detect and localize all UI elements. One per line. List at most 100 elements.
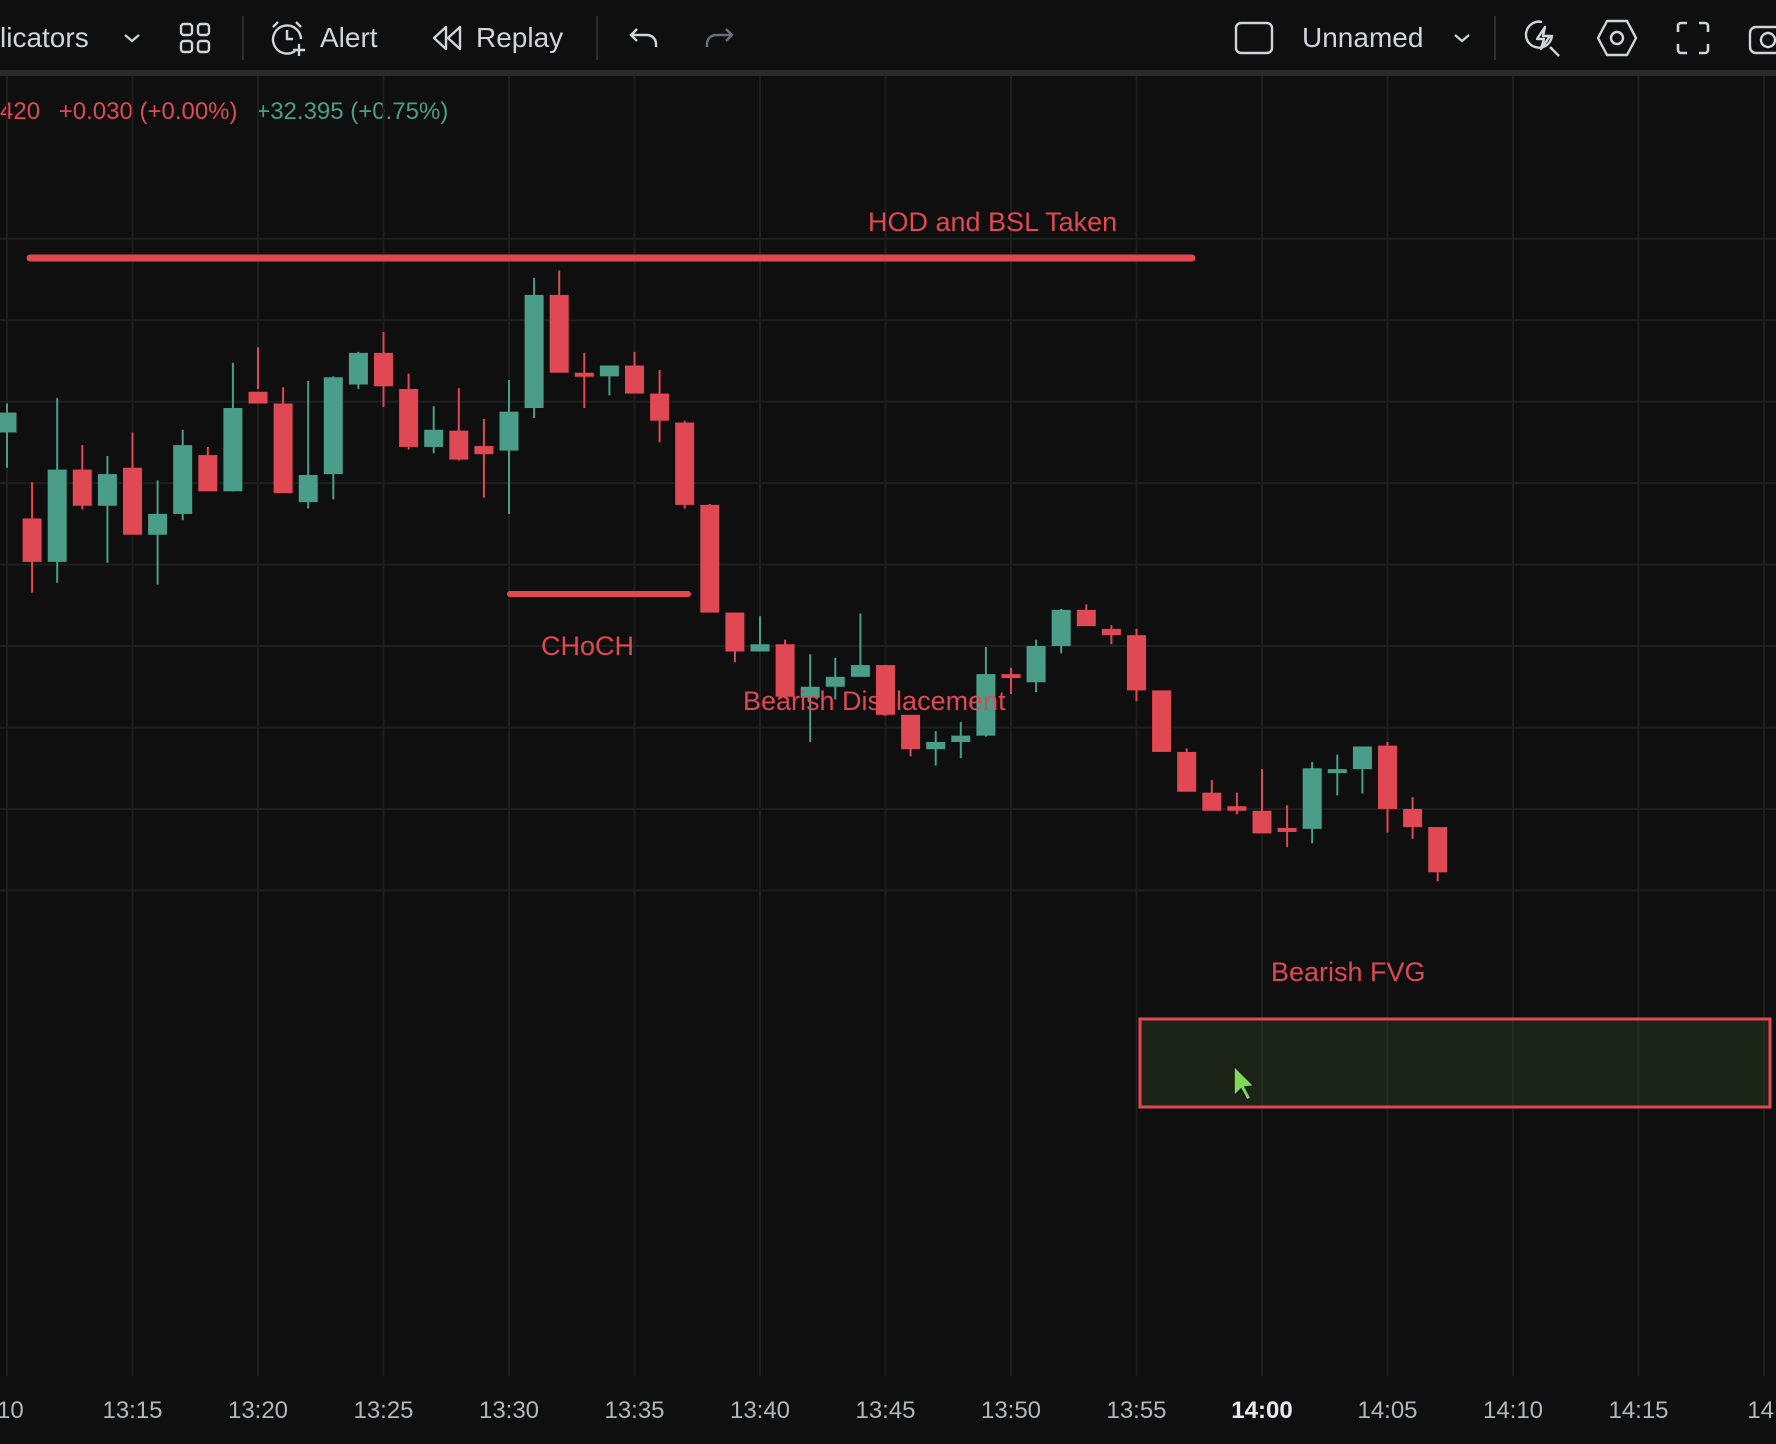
candle-bearish [901,714,921,757]
candle-bullish [499,379,519,514]
time-tick-label: 13:40 [730,1397,790,1424]
time-tick-label: 13:30 [479,1397,539,1424]
time-axis[interactable]: :10 13:15 13:20 13:25 13:30 13:35 13:40 13:45 13… [0,1376,1776,1444]
templates-grid-icon[interactable] [178,0,212,76]
indicators-label: licators [0,22,89,53]
candle-body [374,352,393,387]
candle-bullish [298,380,318,509]
candle-body [1378,745,1397,809]
candle-body [1227,806,1247,811]
candle-body [148,513,168,535]
candle-body [650,393,670,421]
time-tick-label: 13:35 [604,1397,664,1424]
candle-body [1076,609,1096,627]
candle-body [1001,674,1021,679]
fullscreen-icon[interactable] [1675,0,1711,76]
candle-bearish [1152,690,1172,752]
replay-label: Replay [476,22,564,53]
candle-body [1101,628,1121,636]
candle-bullish [47,398,67,583]
candle-bullish [524,277,544,418]
candle-bearish [72,445,92,510]
candle-body [499,411,519,451]
candle-bearish [248,347,268,404]
indicators-dropdown-icon[interactable] [122,0,142,76]
candle-body [1177,751,1197,792]
replay-button[interactable]: Replay [430,0,563,76]
candle-bearish [198,446,218,492]
candle-body [123,467,142,535]
layout-name-label: Unnamed [1302,22,1424,53]
candle-body [223,408,243,492]
candle-body [298,475,318,503]
layout-dropdown-icon[interactable] [1452,0,1472,76]
candle-body [675,422,695,505]
candle-bearish [1252,769,1272,834]
candle-bullish [926,731,946,766]
candle-bearish [273,387,293,494]
candle-body [725,612,745,652]
candle-body [449,430,469,460]
candle-bullish [750,616,770,652]
alert-label: Alert [320,22,378,53]
candle-body [474,446,494,455]
candle-bearish [1127,628,1146,702]
time-tick-label: 13:45 [855,1397,915,1424]
chart-drawings: HOD and BSL Taken CHoCH Bearish Displaceme… [26,207,1426,1101]
replay-rewind-icon [430,23,464,53]
alert-button[interactable]: Alert [268,0,378,76]
candle-body [1352,746,1372,770]
toolbar-divider [1494,16,1496,60]
time-tick-label: 14:05 [1357,1397,1417,1424]
candle-body [951,735,971,742]
candle-body [97,474,117,506]
candle-body [1403,808,1423,828]
candle-bearish [650,370,670,443]
camera-icon[interactable] [1748,0,1776,76]
candle-bullish [348,351,368,390]
candle-body [173,445,193,514]
candle-body [0,412,17,433]
time-tick-label: 14:15 [1608,1397,1668,1424]
candle-body [625,365,644,394]
displacement-annotation: Bearish Displacement [743,686,1006,716]
candle-bearish [1202,779,1222,811]
price-chart[interactable]: HOD and BSL Taken CHoCH Bearish Displaceme… [0,76,1776,1376]
candle-body [1277,827,1297,832]
indicators-button[interactable]: licators [0,0,89,76]
candle-body [1327,769,1347,774]
top-toolbar: licators Alert Replay Unnamed [0,0,1776,76]
candle-bullish [148,480,168,585]
settings-hexagon-icon[interactable] [1596,0,1638,76]
layout-name-button[interactable]: Unnamed [1234,0,1423,76]
undo-icon[interactable] [627,0,661,76]
candle-bearish [1378,741,1397,833]
candle-bearish [399,373,419,450]
lightning-icon[interactable] [1522,0,1562,76]
candle-bearish [374,332,393,408]
time-tick-label: 14: [1747,1397,1776,1424]
candle-body [248,391,268,404]
candle-body [72,469,92,506]
candle-bullish [424,406,444,454]
candle-bearish [1227,792,1247,815]
time-tick-label: :10 [0,1397,24,1424]
candle-bearish [625,351,644,394]
candle-body [1127,635,1146,691]
candle-bearish [1177,748,1197,792]
candle-body [700,504,720,613]
redo-icon[interactable] [702,0,736,76]
time-tick-label: 13:55 [1106,1397,1166,1424]
hod-annotation: HOD and BSL Taken [868,207,1117,237]
candle-body [524,294,544,409]
candle-body [323,377,343,475]
candle-bearish [474,418,494,498]
candle-bearish [574,352,594,409]
candle-bullish [1302,761,1322,844]
candle-body [47,469,67,562]
candle-body [599,365,619,377]
candle-series [0,270,1448,882]
candle-bearish [1101,625,1121,645]
candle-bearish [725,612,745,663]
candle-body [901,714,921,750]
